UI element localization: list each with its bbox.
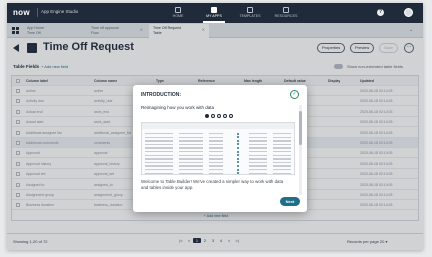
preview-row xyxy=(145,150,293,153)
preview-row xyxy=(145,157,293,160)
carousel-dot[interactable] xyxy=(223,114,227,118)
apps-grid-icon xyxy=(211,7,217,13)
nav-home[interactable]: HOME xyxy=(161,7,195,18)
device-frame: now App Engine Studio HOME MY APPS TEMPL… xyxy=(0,0,432,257)
modal-body-text: Welcome to Table Builder! We've created … xyxy=(141,179,284,190)
preview-row xyxy=(145,154,293,157)
carousel-dot[interactable] xyxy=(229,114,233,118)
carousel-dot[interactable] xyxy=(205,114,209,118)
preview-row xyxy=(145,139,293,142)
nav-templates-label: TEMPLATES xyxy=(239,14,261,18)
carousel-dot[interactable] xyxy=(217,114,221,118)
app-screen: now App Engine Studio HOME MY APPS TEMPL… xyxy=(7,3,423,250)
modal-subtitle: Reimagining how you work with data xyxy=(141,105,215,110)
next-button[interactable]: Next xyxy=(280,197,300,206)
check-circle-icon[interactable]: ✓ xyxy=(290,90,299,99)
nav-home-label: HOME xyxy=(172,14,184,18)
preview-header xyxy=(142,123,294,129)
carousel-dot[interactable] xyxy=(211,114,215,118)
nav-resources[interactable]: RESOURCES xyxy=(269,7,303,18)
modal-title: INTRODUCTION: xyxy=(141,92,181,98)
top-nav: now App Engine Studio HOME MY APPS TEMPL… xyxy=(7,3,423,23)
preview-row xyxy=(145,136,293,139)
table-builder-preview-image xyxy=(141,122,295,175)
templates-icon xyxy=(247,7,253,13)
preview-row xyxy=(145,172,293,174)
preview-row xyxy=(145,161,293,164)
preview-row xyxy=(145,132,293,135)
preview-row xyxy=(145,146,293,149)
nav-divider xyxy=(37,8,38,17)
nav-resources-label: RESOURCES xyxy=(274,14,298,18)
nav-my-apps[interactable]: MY APPS xyxy=(197,7,231,18)
resources-icon xyxy=(283,7,289,13)
nav-templates[interactable]: TEMPLATES xyxy=(233,7,267,18)
carousel-dots xyxy=(205,114,235,119)
intro-modal: INTRODUCTION: ✓ Reimagining how you work… xyxy=(133,85,307,212)
modal-scrollbar[interactable] xyxy=(299,105,302,195)
preview-row xyxy=(145,143,293,146)
user-avatar[interactable] xyxy=(404,8,413,17)
app-name: App Engine Studio xyxy=(41,9,79,14)
preview-row xyxy=(145,164,293,167)
home-icon xyxy=(175,7,181,13)
help-icon[interactable]: ? xyxy=(377,9,384,16)
now-logo[interactable]: now xyxy=(13,8,30,17)
scrollbar-thumb[interactable] xyxy=(299,111,302,145)
nav-my-apps-label: MY APPS xyxy=(206,14,222,18)
preview-row xyxy=(145,168,293,171)
